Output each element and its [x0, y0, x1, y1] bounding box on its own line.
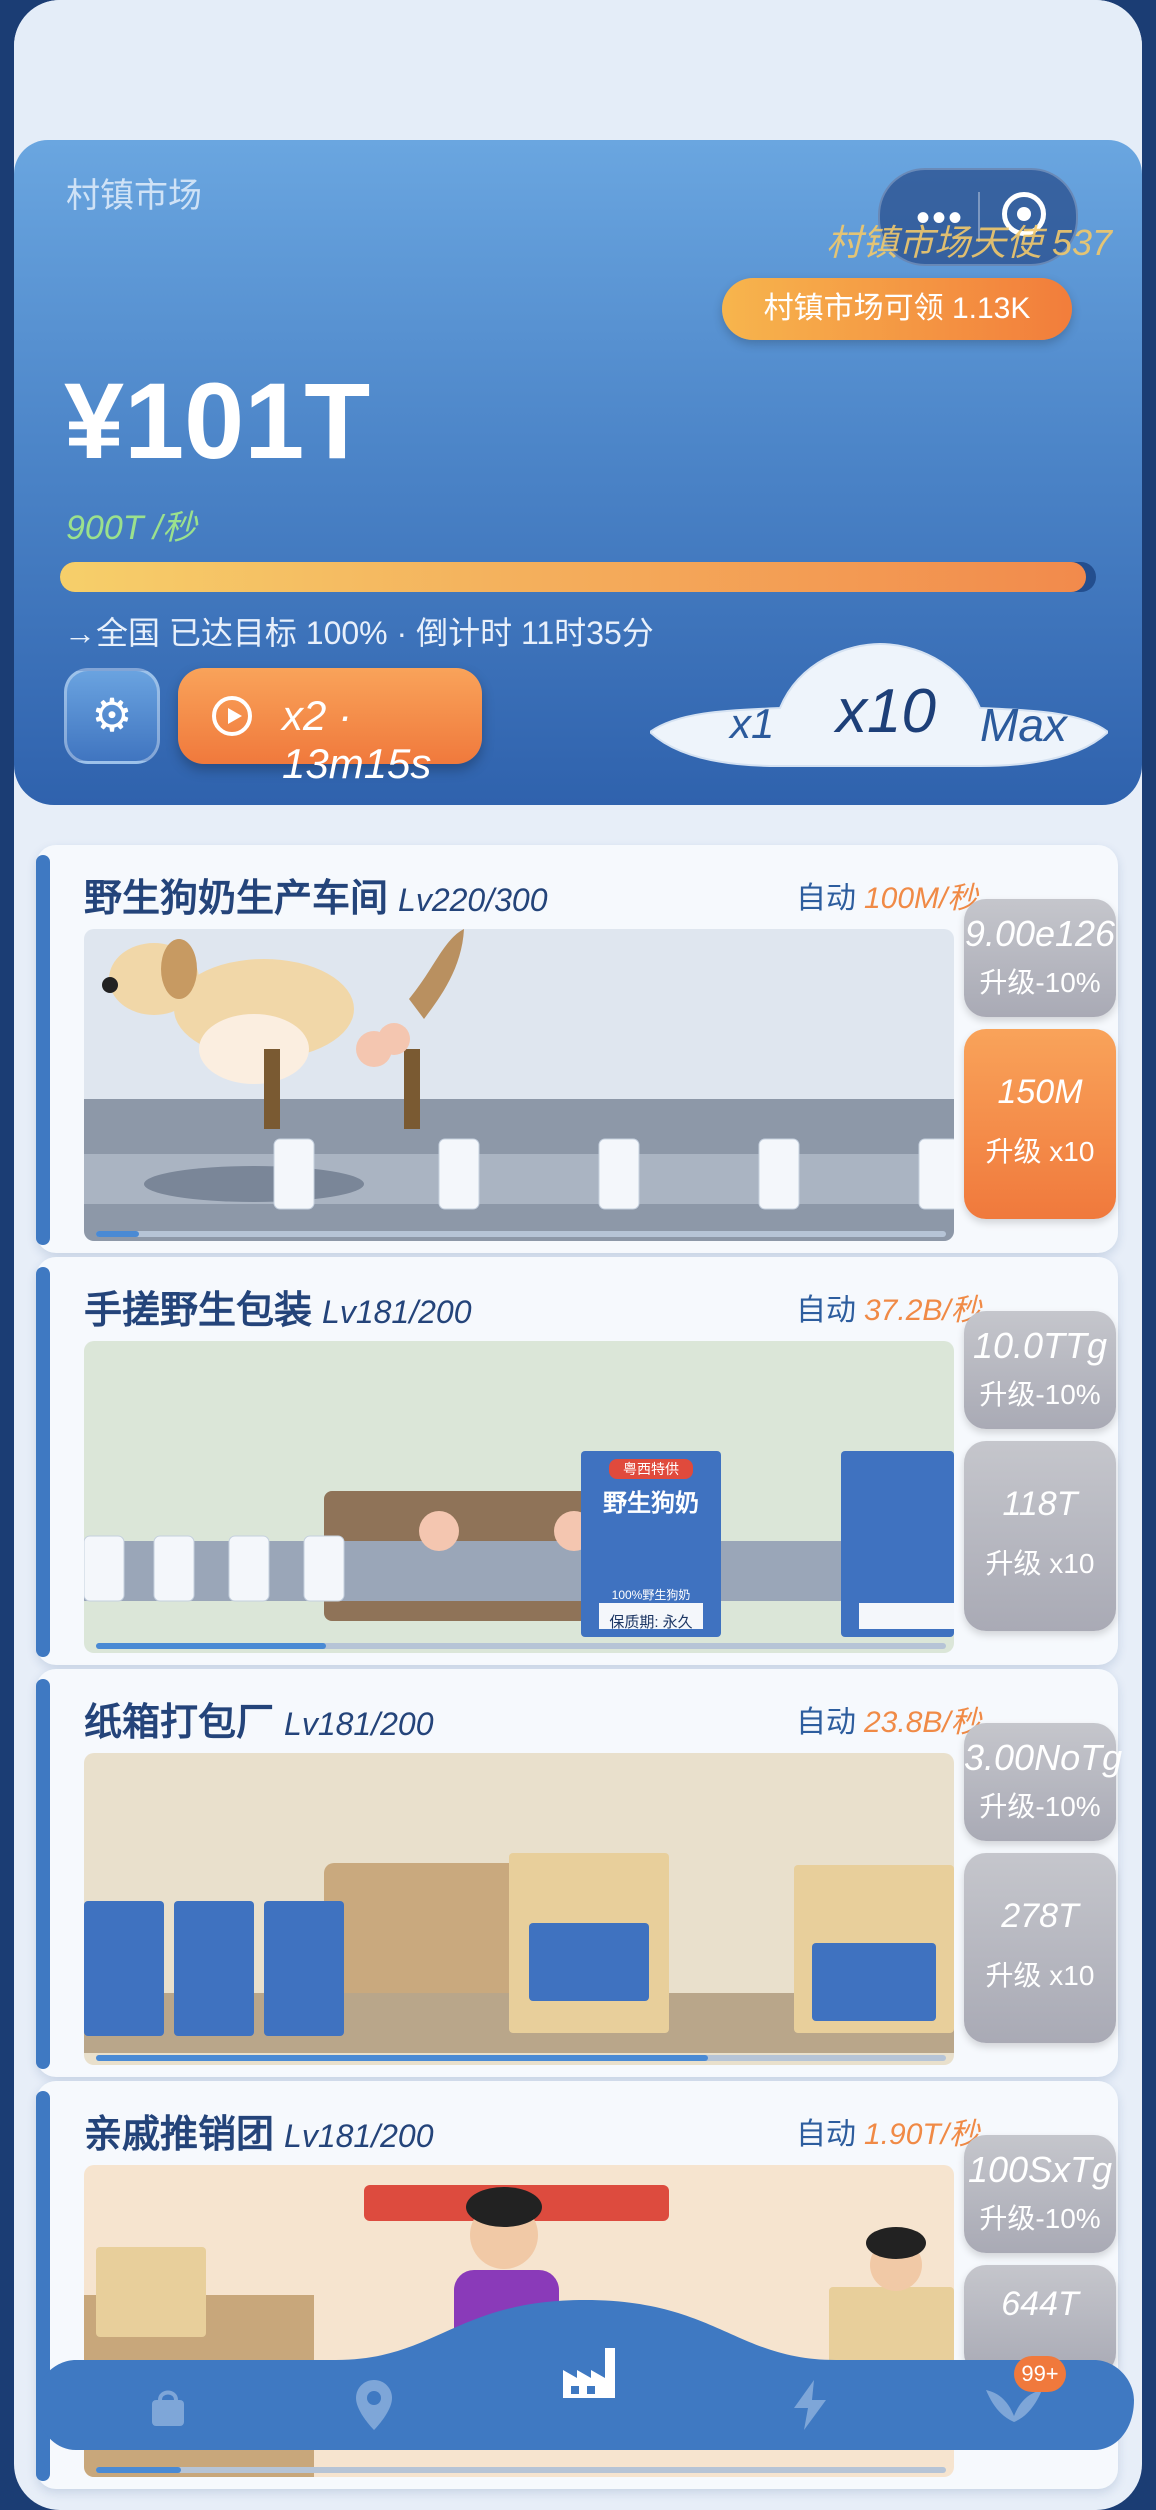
dog-milking-scene — [84, 929, 954, 1241]
settings-button[interactable]: ⚙ — [64, 668, 160, 764]
production-progress — [96, 1643, 946, 1649]
production-card: 野生狗奶生产车间 Lv220/300 自动 100M/秒 9.00e126 升级… — [36, 845, 1118, 1253]
card-title: 野生狗奶生产车间 Lv220/300 — [84, 867, 547, 922]
income-rate: 900T /秒 — [66, 509, 197, 547]
claim-button[interactable]: 村镇市场可领 1.13K — [722, 278, 1072, 340]
upgrade-label: 升级 x10 — [985, 1136, 1095, 1167]
production-card: 纸箱打包厂Lv181/200 自动23.8B/秒 3.00NoTg升级-1 — [36, 1669, 1123, 2077]
upgrade-label: 升级 x10 — [985, 1548, 1095, 1579]
packaging-scene: 粤西特供 野生狗奶 100%野生狗奶 保质期: 永久 — [84, 1341, 954, 1653]
discount-cost: 10.0TTg — [972, 1325, 1108, 1366]
card-accent — [36, 855, 50, 1245]
auto-rate: 自动 100M/秒 — [796, 873, 977, 917]
discount-label: 升级-10% — [979, 967, 1101, 998]
auto-rate: 自动 23.8B/秒 — [796, 1697, 981, 1741]
production-rate: 100M/秒 — [864, 882, 978, 915]
bottom-tab-bar — [36, 2300, 1134, 2470]
upgrade-cost: 150M — [997, 1073, 1083, 1111]
production-rate: 37.2B/秒 — [864, 1294, 981, 1327]
phone-screen: 村镇市场 ••• 村镇市场天使 537 村镇市场可领 1.13K ¥101T 9… — [14, 0, 1142, 2510]
wings-glyph — [986, 2390, 1042, 2422]
card-name: 野生狗奶生产车间 — [84, 878, 389, 920]
card-level: Lv181/200 — [284, 2118, 434, 2154]
bag-glyph — [152, 2390, 184, 2426]
production-progress — [96, 1231, 946, 1237]
upgrade-cost: 278T — [1001, 1897, 1079, 1935]
lightning-glyph — [794, 2380, 826, 2430]
discount-upgrade-button[interactable]: 100SxTg 升级-10% — [964, 2135, 1116, 2253]
status-area — [14, 0, 1142, 150]
money-total: ¥101T — [64, 360, 371, 481]
target-progress-bar — [60, 562, 1096, 592]
discount-cost: 3.00NoTg — [964, 1737, 1123, 1778]
target-status: →全国 已达目标 100% · 倒计时 11时35分 — [64, 615, 654, 651]
multiplier-selector: x1 x10 Max — [650, 640, 1108, 770]
discount-cost: 100SxTg — [967, 2149, 1113, 2190]
production-progress-fill — [96, 1643, 326, 1649]
gear-icon: ⚙ — [91, 689, 133, 741]
boost-button[interactable]: x2 · 13m15s — [178, 668, 482, 787]
upgrade-button[interactable]: 278T 升级 x10 — [964, 1853, 1116, 2043]
card-title: 纸箱打包厂 Lv181/200 — [84, 1691, 433, 1746]
upgrade-label: 升级 x10 — [985, 1960, 1095, 1991]
auto-label: 自动 — [796, 882, 856, 915]
auto-label: 自动 — [796, 2118, 856, 2151]
auto-label: 自动 — [796, 1294, 856, 1327]
card-name: 亲戚推销团 — [84, 2114, 275, 2156]
production-rate: 1.90T/秒 — [864, 2118, 980, 2151]
production-progress — [96, 2055, 946, 2061]
production-rate: 23.8B/秒 — [864, 1706, 981, 1739]
production-progress-fill — [96, 2055, 708, 2061]
product-shelf-life: 保质期: 永久 — [609, 1614, 693, 1631]
auto-rate: 自动 37.2B/秒 — [796, 1285, 981, 1329]
auto-rate: 自动 1.90T/秒 — [796, 2109, 979, 2153]
multiplier-x1[interactable]: x1 — [730, 700, 774, 748]
market-title: 村镇市场 — [66, 177, 202, 215]
card-title: 亲戚推销团 Lv181/200 — [84, 2103, 433, 2158]
scene-illustration — [84, 1753, 954, 2065]
product-sub: 100%野生狗奶 — [611, 1588, 691, 1602]
discount-upgrade-button[interactable]: 10.0TTg 升级-10% — [964, 1311, 1116, 1429]
discount-label: 升级-10% — [979, 2203, 1101, 2234]
scene-illustration — [84, 929, 954, 1241]
discount-upgrade-button[interactable]: 9.00e126 升级-10% — [964, 899, 1116, 1017]
production-progress-fill — [96, 1231, 139, 1237]
target-progress-fill — [60, 562, 1086, 592]
card-name: 纸箱打包厂 — [84, 1702, 275, 1744]
carton-factory-scene — [84, 1753, 954, 2065]
discount-upgrade-button[interactable]: 3.00NoTg 升级-10% — [964, 1723, 1123, 1841]
discount-label: 升级-10% — [979, 1791, 1101, 1822]
location-glyph — [356, 2380, 392, 2430]
card-level: Lv181/200 — [284, 1706, 434, 1742]
upgrade-button[interactable]: 150M 升级 x10 — [964, 1029, 1116, 1219]
card-accent — [36, 1679, 50, 2069]
boost-label: x2 · 13m15s — [282, 692, 432, 787]
upgrade-cost: 118T — [1002, 1485, 1078, 1523]
card-name: 手搓野生包装 — [84, 1290, 313, 1332]
multiplier-x10[interactable]: x10 — [836, 676, 936, 747]
product-box: 粤西特供 野生狗奶 100%野生狗奶 保质期: 永久 — [589, 1459, 713, 1632]
angel-count: 村镇市场天使 537 — [826, 222, 1113, 263]
card-level: Lv220/300 — [398, 882, 548, 918]
brand-label: 粤西特供 — [609, 1459, 693, 1479]
factory-glyph — [563, 2348, 615, 2398]
multiplier-max[interactable]: Max — [980, 698, 1067, 752]
product-name: 野生狗奶 — [603, 1490, 699, 1517]
card-title: 手搓野生包装 Lv181/200 — [84, 1279, 471, 1334]
discount-label: 升级-10% — [979, 1379, 1101, 1410]
card-accent — [36, 1267, 50, 1657]
play-icon — [212, 696, 252, 736]
auto-label: 自动 — [796, 1706, 856, 1739]
discount-cost: 9.00e126 — [964, 913, 1116, 954]
card-level: Lv181/200 — [322, 1294, 472, 1330]
production-card: 手搓野生包装 Lv181/200 自动 37.2B/秒 粤西特供 野生狗奶 10… — [36, 1257, 1118, 1665]
notification-badge: 99+ — [1014, 2356, 1066, 2392]
upgrade-button[interactable]: 118T 升级 x10 — [964, 1441, 1116, 1631]
scene-illustration — [84, 1341, 954, 1653]
